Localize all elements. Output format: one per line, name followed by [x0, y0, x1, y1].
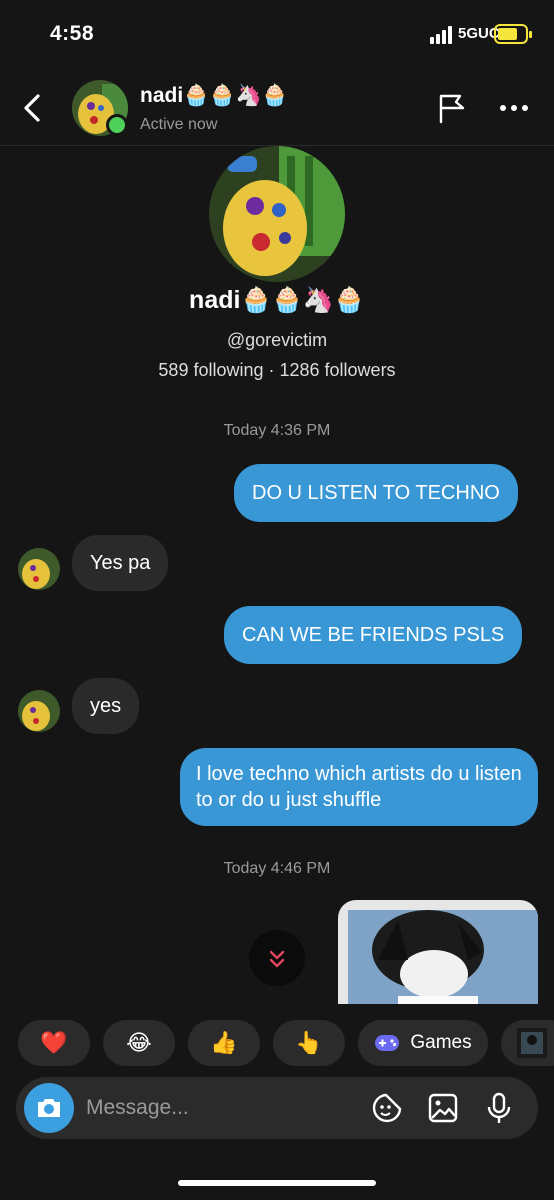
online-status-dot: [106, 114, 128, 136]
back-icon: [24, 94, 40, 122]
gamepad-icon: [375, 1035, 400, 1051]
quick-reactions-bar: ❤️ 😂 👍 👆 Games: [0, 1020, 554, 1066]
back-button[interactable]: [18, 90, 48, 126]
message-timestamp: Today 4:36 PM: [223, 422, 331, 439]
reaction-laugh[interactable]: 😂: [103, 1020, 175, 1066]
sticker-button[interactable]: [370, 1091, 404, 1125]
flag-icon: [439, 94, 465, 124]
more-icon: [500, 105, 528, 111]
reaction-thumbs-up[interactable]: 👍: [188, 1020, 260, 1066]
gallery-button[interactable]: [426, 1091, 460, 1125]
microphone-button[interactable]: [482, 1091, 516, 1125]
incoming-message[interactable]: Yes pa: [72, 535, 169, 591]
avatar[interactable]: [18, 548, 60, 590]
microphone-icon: [487, 1092, 511, 1123]
reaction-point-up[interactable]: 👆: [273, 1020, 345, 1066]
incoming-message[interactable]: yes: [72, 678, 140, 734]
reaction-heart[interactable]: ❤️: [18, 1020, 90, 1066]
outgoing-message[interactable]: DO U LISTEN TO TECHNO: [234, 464, 518, 522]
camera-button[interactable]: [24, 1083, 74, 1133]
gallery-icon: [428, 1093, 458, 1123]
profile-avatar[interactable]: [209, 146, 345, 282]
gif-sticker-chip[interactable]: [501, 1020, 554, 1066]
chat-header: nadi🧁🧁🦄🧁 Active now: [0, 70, 554, 146]
status-bar: 4:58 5GUC: [0, 0, 554, 70]
outgoing-message[interactable]: CAN WE BE FRIENDS PSLS: [224, 606, 523, 664]
chevron-double-down-icon: [269, 950, 285, 968]
sticker-icon: [372, 1093, 402, 1123]
profile-stats: 589 following · 1286 followers: [158, 360, 396, 380]
report-button[interactable]: [436, 92, 468, 124]
profile-name: nadi🧁🧁🦄🧁: [189, 286, 365, 314]
signal-icon: [430, 26, 454, 44]
sticker-thumbnail: [517, 1028, 547, 1058]
home-indicator[interactable]: [178, 1180, 376, 1186]
scroll-to-bottom-button[interactable]: [249, 930, 305, 986]
message-composer: [16, 1077, 538, 1139]
profile-handle: @gorevictim: [226, 330, 328, 350]
more-options-button[interactable]: [498, 94, 530, 122]
message-input[interactable]: [86, 1089, 346, 1127]
avatar[interactable]: [18, 690, 60, 732]
games-label: Games: [410, 1032, 472, 1053]
camera-icon: [38, 1099, 60, 1117]
battery-charging-icon: [494, 24, 532, 44]
outgoing-message[interactable]: I love techno which artists do u listen …: [180, 748, 538, 826]
outgoing-image-message[interactable]: [338, 900, 538, 1004]
active-status: Active now: [140, 116, 218, 133]
message-timestamp: Today 4:46 PM: [223, 860, 331, 877]
status-time: 4:58: [50, 22, 95, 45]
contact-name[interactable]: nadi🧁🧁🦄🧁: [140, 84, 288, 108]
games-button[interactable]: Games: [358, 1020, 488, 1066]
